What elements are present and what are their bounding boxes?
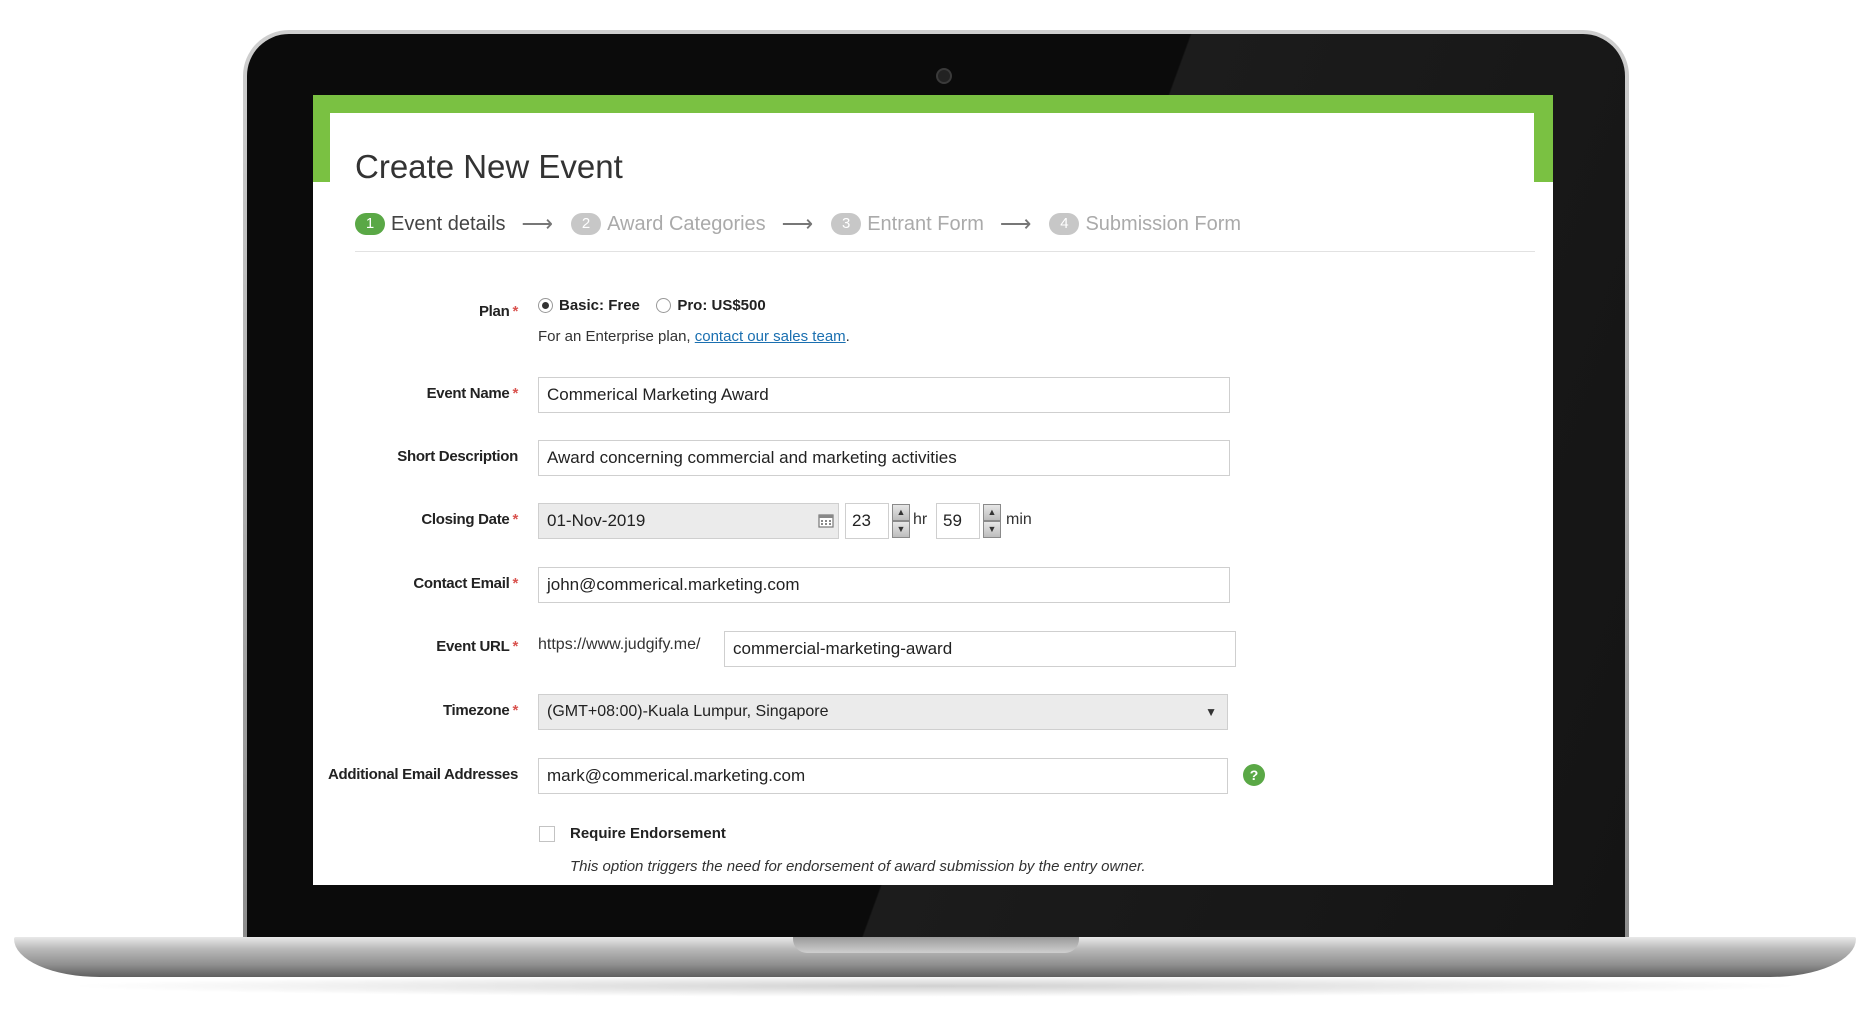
closing-date-label-text: Closing Date [421, 511, 510, 528]
laptop-shadow [60, 975, 1810, 997]
step-number-badge: 4 [1049, 213, 1080, 235]
timezone-label-text: Timezone [442, 702, 510, 719]
closing-hour-value: 23 [852, 511, 871, 530]
plan-pro-label: Pro: US$500 [677, 297, 766, 315]
short-description-label: Short Description [397, 448, 518, 465]
laptop-base-notch [793, 937, 1079, 953]
required-mark: * [512, 511, 518, 528]
plan-pro-radio[interactable] [656, 298, 672, 314]
step-number-badge: 3 [831, 213, 862, 235]
step-label: Event details [391, 212, 506, 235]
required-mark: * [512, 702, 518, 719]
event-name-label-text: Event Name [426, 385, 510, 402]
event-url-label-text: Event URL [436, 638, 510, 655]
event-url-input[interactable]: commercial-marketing-award [724, 631, 1236, 667]
plan-basic-label: Basic: Free [559, 297, 640, 315]
step-number-badge: 1 [355, 213, 385, 235]
step-award-categories[interactable]: 2 Award Categories [571, 213, 766, 236]
chevron-up-icon[interactable]: ▲ [892, 504, 910, 521]
page-title: Create New Event [355, 148, 623, 185]
chevron-down-icon[interactable]: ▼ [983, 521, 1001, 538]
plan-label: Plan * [313, 303, 518, 320]
timezone-select[interactable]: (GMT+08:00)-Kuala Lumpur, Singapore ▼ [538, 694, 1228, 730]
calendar-icon[interactable] [818, 513, 834, 528]
step-number-badge: 2 [571, 213, 602, 235]
additional-emails-input[interactable]: mark@commerical.marketing.com [538, 758, 1228, 794]
minute-unit: min [1006, 511, 1032, 528]
step-event-details[interactable]: 1 Event details [355, 213, 506, 236]
hour-unit: hr [913, 511, 928, 528]
arrow-right-icon: ⟶ [781, 211, 814, 236]
timezone-label: Timezone * [313, 702, 518, 719]
event-url-prefix: https://www.judgify.me/ [538, 636, 701, 653]
contact-email-label-text: Contact Email [413, 575, 510, 592]
plan-hint: For an Enterprise plan, contact our sale… [538, 328, 850, 345]
closing-date-value: 01-Nov-2019 [547, 511, 646, 530]
event-name-input[interactable]: Commerical Marketing Award [538, 377, 1230, 413]
steps-divider [355, 251, 1535, 252]
contact-sales-link[interactable]: contact our sales team [695, 328, 846, 345]
minute-stepper[interactable]: ▲ ▼ [983, 504, 1001, 538]
step-label: Award Categories [607, 212, 766, 235]
required-mark: * [512, 638, 518, 655]
screen: Create New Event 1 Event details ⟶ 2 Awa… [313, 95, 1553, 885]
additional-emails-label: Additional Email Addresses [327, 766, 518, 783]
hour-stepper[interactable]: ▲ ▼ [892, 504, 910, 538]
wizard-steps: 1 Event details ⟶ 2 Award Categories ⟶ 3… [355, 211, 1241, 237]
require-endorsement-checkbox[interactable] [539, 826, 555, 842]
camera-icon [936, 68, 952, 84]
event-url-label: Event URL * [313, 638, 518, 655]
contact-email-label: Contact Email * [313, 575, 518, 592]
closing-date-label: Closing Date * [313, 511, 518, 528]
closing-date-input[interactable]: 01-Nov-2019 [538, 503, 839, 539]
plan-hint-text: For an Enterprise plan, [538, 328, 691, 345]
plan-radio-group: Basic: Free Pro: US$500 [538, 297, 778, 315]
chevron-up-icon[interactable]: ▲ [983, 504, 1001, 521]
arrow-right-icon: ⟶ [999, 211, 1032, 236]
arrow-right-icon: ⟶ [521, 211, 554, 236]
plan-basic-radio[interactable] [538, 298, 553, 314]
plan-hint-suffix: . [845, 328, 850, 345]
required-mark: * [512, 575, 518, 592]
contact-email-input[interactable]: john@commerical.marketing.com [538, 567, 1230, 603]
step-label: Entrant Form [867, 212, 984, 235]
step-submission-form[interactable]: 4 Submission Form [1049, 213, 1241, 236]
closing-minute-input[interactable]: 59 ▲ ▼ [936, 503, 1001, 539]
plan-label-text: Plan [478, 303, 510, 320]
chevron-down-icon: ▼ [1205, 705, 1217, 719]
event-name-label: Event Name * [313, 385, 519, 402]
closing-hour-input[interactable]: 23 ▲ ▼ [845, 503, 910, 539]
required-mark: * [512, 303, 518, 320]
help-icon[interactable]: ? [1243, 764, 1265, 786]
closing-minute-value: 59 [943, 511, 962, 530]
timezone-selected-value: (GMT+08:00)-Kuala Lumpur, Singapore [547, 703, 829, 720]
chevron-down-icon[interactable]: ▼ [892, 521, 910, 538]
create-event-panel: Create New Event 1 Event details ⟶ 2 Awa… [328, 113, 1535, 885]
short-description-input[interactable]: Award concerning commercial and marketin… [538, 440, 1230, 476]
step-entrant-form[interactable]: 3 Entrant Form [831, 213, 984, 236]
require-endorsement-label: Require Endorsement [570, 825, 726, 842]
required-mark: * [512, 385, 518, 402]
step-label: Submission Form [1085, 212, 1242, 235]
require-endorsement-description: This option triggers the need for endors… [570, 858, 1146, 875]
